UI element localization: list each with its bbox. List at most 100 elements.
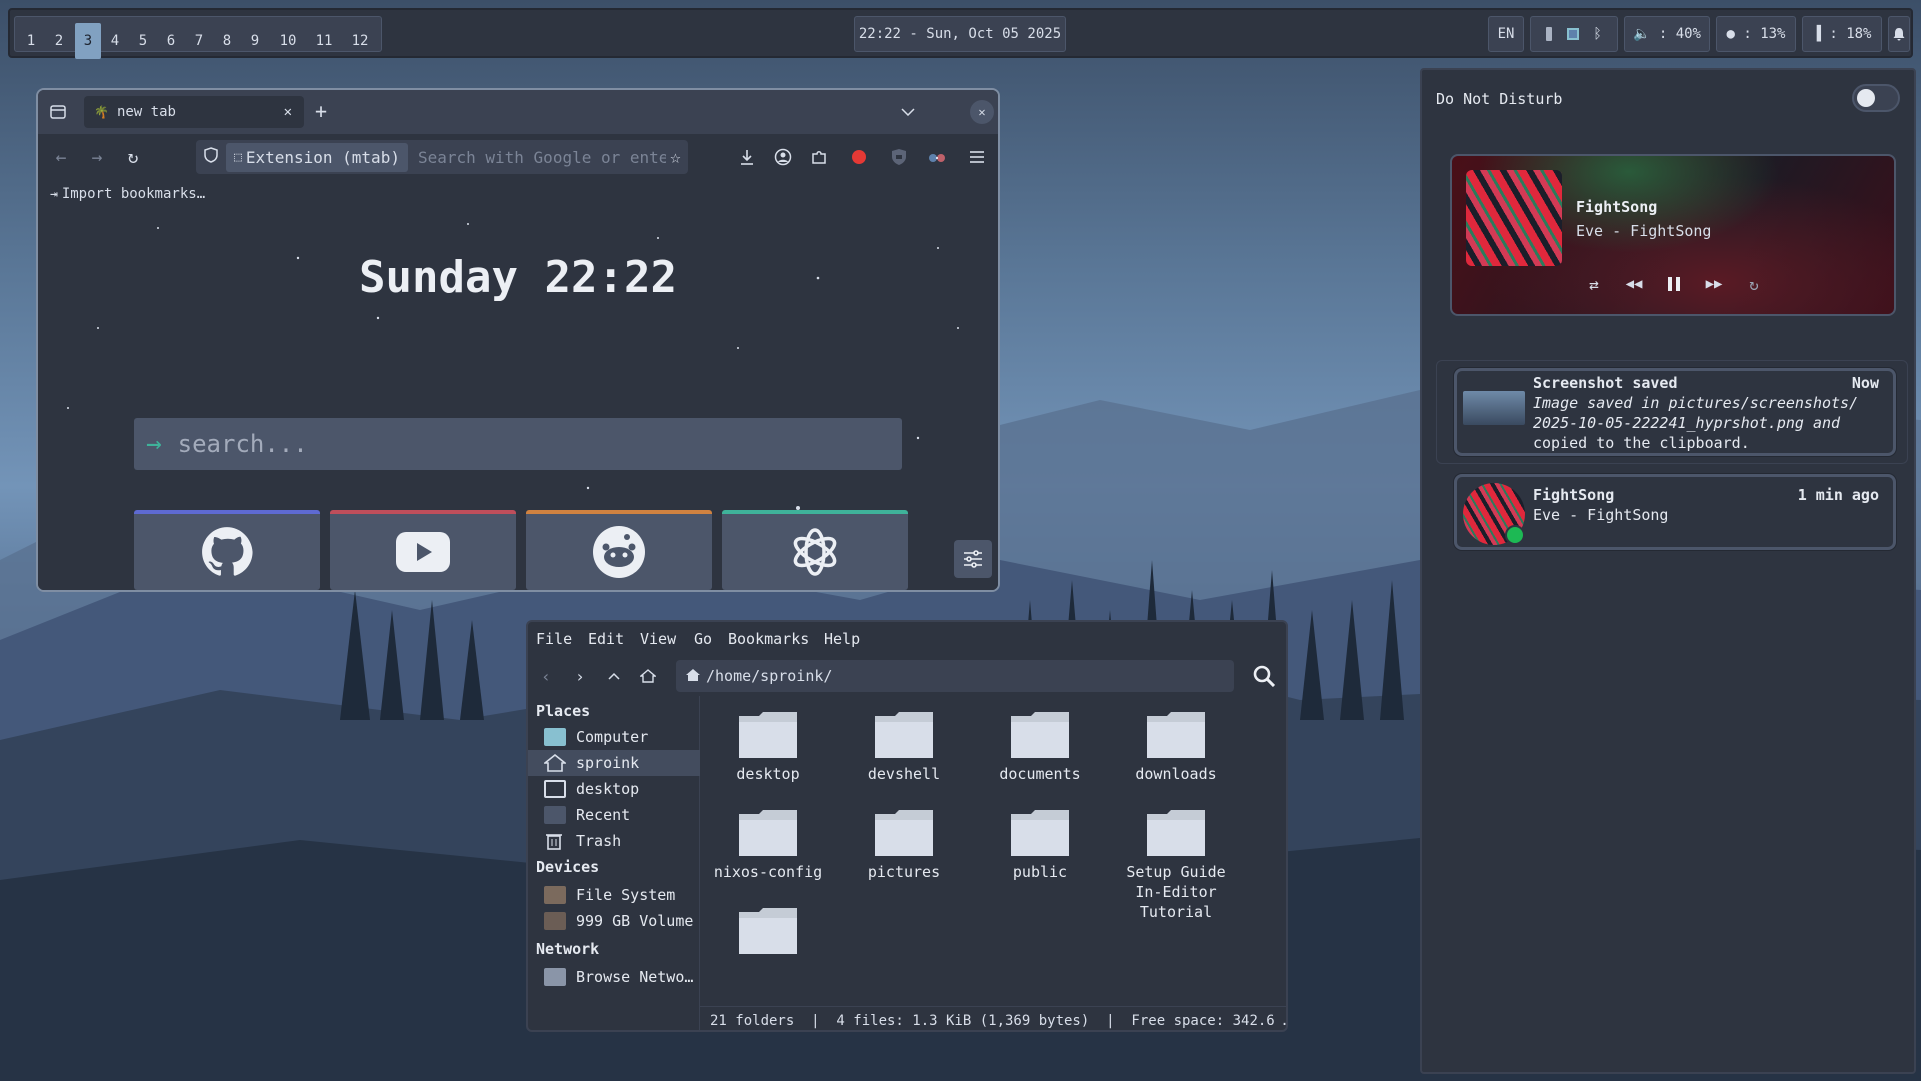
bluetooth-icon[interactable]: ᛒ — [1593, 26, 1601, 42]
folder-item[interactable]: documents — [980, 710, 1100, 784]
youtube-tile[interactable] — [330, 510, 516, 590]
settings-sliders-icon[interactable] — [954, 540, 992, 578]
menu-view[interactable]: View — [640, 630, 676, 648]
volume-drive-icon — [544, 912, 566, 930]
youtube-icon — [396, 532, 450, 572]
pause-icon[interactable] — [1662, 272, 1686, 296]
workspace-11[interactable]: 11 — [309, 23, 339, 59]
tray: ᛒ — [1530, 16, 1618, 52]
close-tab-icon[interactable]: ✕ — [284, 104, 292, 120]
volume-indicator[interactable]: 🔈 : 40% — [1624, 16, 1710, 52]
folder-item[interactable]: Setup Guide In-Editor Tutorial — [1116, 808, 1236, 922]
workspace-6[interactable]: 6 — [159, 23, 183, 59]
menu-bar: File Edit View Go Bookmarks Help — [528, 622, 1286, 656]
network-icon[interactable] — [1566, 28, 1579, 40]
back-icon[interactable]: ← — [50, 146, 72, 168]
list-tabs-chevron-down-icon[interactable] — [898, 102, 918, 122]
bookmark-star-icon[interactable]: ☆ — [670, 147, 681, 168]
downloads-icon[interactable] — [736, 146, 758, 168]
workspace-8[interactable]: 8 — [215, 23, 239, 59]
shuffle-icon[interactable]: ⇄ — [1582, 272, 1606, 296]
url-input[interactable]: Search with Google or enter address — [418, 148, 666, 167]
clock[interactable]: 22:22 - Sun, Oct 05 2025 — [854, 16, 1066, 52]
menu-bookmarks[interactable]: Bookmarks — [728, 630, 809, 648]
reload-icon[interactable]: ↻ — [122, 146, 144, 168]
folder-item[interactable]: devshell — [844, 710, 964, 784]
ublock-shield-icon[interactable] — [888, 146, 910, 168]
path-input[interactable]: /home/sproink/ — [706, 667, 832, 685]
url-bar[interactable]: ⬚ Extension (mtab) Search with Google or… — [196, 140, 688, 174]
sidebar-item-trash[interactable]: Trash — [528, 828, 700, 854]
search-icon[interactable] — [1250, 662, 1278, 690]
workspace-5[interactable]: 5 — [131, 23, 155, 59]
search-box[interactable]: → search... — [134, 418, 902, 470]
next-icon[interactable]: ▶▶ — [1702, 272, 1726, 296]
workspace-1[interactable]: 1 — [19, 23, 43, 59]
previous-icon[interactable]: ◀◀ — [1622, 272, 1646, 296]
close-window-icon[interactable]: ✕ — [970, 100, 994, 124]
folder-item[interactable]: nixos-config — [708, 808, 828, 882]
workspace-7[interactable]: 7 — [187, 23, 211, 59]
sidebar-item-volume[interactable]: 999 GB Volume — [528, 908, 700, 934]
sidebar-item-filesystem[interactable]: File System — [528, 882, 700, 908]
workspace-10[interactable]: 10 — [273, 23, 303, 59]
github-tile[interactable] — [134, 510, 320, 590]
workspace-4[interactable]: 4 — [103, 23, 127, 59]
usb-icon[interactable] — [1546, 27, 1553, 41]
folder-item[interactable]: desktop — [708, 710, 828, 784]
import-bookmarks-link[interactable]: Import bookmarks… — [62, 186, 205, 202]
menu-edit[interactable]: Edit — [588, 630, 624, 648]
greeting-clock: Sunday 22:22 — [359, 252, 677, 303]
extension-badge[interactable]: ⬚ Extension (mtab) — [226, 142, 408, 172]
workspace-12[interactable]: 12 — [345, 23, 375, 59]
youtube-extension-icon[interactable] — [848, 146, 870, 168]
workspace-2[interactable]: 2 — [47, 23, 71, 59]
repeat-icon[interactable]: ↻ — [1742, 272, 1766, 296]
notification-title: FightSong — [1533, 486, 1615, 504]
keyboard-layout[interactable]: EN — [1488, 16, 1524, 52]
extensions-puzzle-icon[interactable] — [808, 146, 830, 168]
glasses-extension-icon[interactable] — [926, 146, 948, 168]
workspace-9[interactable]: 9 — [243, 23, 267, 59]
search-input[interactable]: search... — [178, 430, 308, 458]
notification-fightsong[interactable]: FightSong 1 min ago Eve - FightSong — [1454, 474, 1896, 550]
shield-icon[interactable] — [204, 147, 218, 167]
sidebar-item-computer[interactable]: Computer — [528, 724, 700, 750]
tab-new-tab[interactable]: 🌴 new tab ✕ — [84, 96, 304, 128]
folder-item[interactable] — [708, 906, 828, 960]
memory-indicator[interactable]: ▐ : 18% — [1802, 16, 1882, 52]
notification-screenshot[interactable]: Screenshot saved Now Image saved in pict… — [1454, 368, 1896, 456]
sidebar-item-sproink[interactable]: sproink — [528, 750, 700, 776]
folder-item[interactable]: pictures — [844, 808, 964, 882]
reddit-tile[interactable] — [526, 510, 712, 590]
tab-overview-icon[interactable] — [48, 102, 68, 122]
sidebar-item-label: Trash — [576, 832, 622, 850]
chatgpt-tile[interactable] — [722, 510, 908, 590]
status-text: 21 folders | 4 files: 1.3 KiB (1,369 byt… — [710, 1012, 1288, 1029]
forward-icon[interactable]: → — [86, 146, 108, 168]
folder-item[interactable]: public — [980, 808, 1100, 882]
menu-help[interactable]: Help — [824, 630, 860, 648]
menu-file[interactable]: File — [536, 630, 572, 648]
forward-chevron-icon[interactable]: › — [570, 666, 590, 686]
sidebar-item-browse-network[interactable]: Browse Netwo… — [528, 964, 700, 990]
computer-icon — [544, 728, 566, 746]
new-tab-icon[interactable]: + — [310, 99, 332, 123]
notification-bell-icon[interactable] — [1888, 16, 1910, 52]
hamburger-menu-icon[interactable] — [966, 146, 988, 168]
menu-go[interactable]: Go — [694, 630, 712, 648]
sidebar-item-desktop[interactable]: desktop — [528, 776, 700, 802]
back-chevron-icon[interactable]: ‹ — [536, 666, 556, 686]
home-icon[interactable] — [638, 666, 658, 686]
dnd-toggle[interactable] — [1852, 84, 1900, 112]
cpu-indicator[interactable]: ● : 13% — [1716, 16, 1796, 52]
notification-center: Do Not Disturb FightSong Eve - FightSong… — [1420, 68, 1916, 1074]
new-tab-page: Sunday 22:22 → search... — [38, 208, 998, 590]
account-icon[interactable] — [772, 146, 794, 168]
path-bar[interactable]: /home/sproink/ — [676, 660, 1234, 692]
top-bar: 1 2 3 4 5 6 7 8 9 10 11 12 22:22 - Sun, … — [8, 8, 1913, 59]
folder-item[interactable]: downloads — [1116, 710, 1236, 784]
workspace-3[interactable]: 3 — [75, 23, 101, 59]
sidebar-item-recent[interactable]: Recent — [528, 802, 700, 828]
up-chevron-icon[interactable] — [604, 666, 624, 686]
